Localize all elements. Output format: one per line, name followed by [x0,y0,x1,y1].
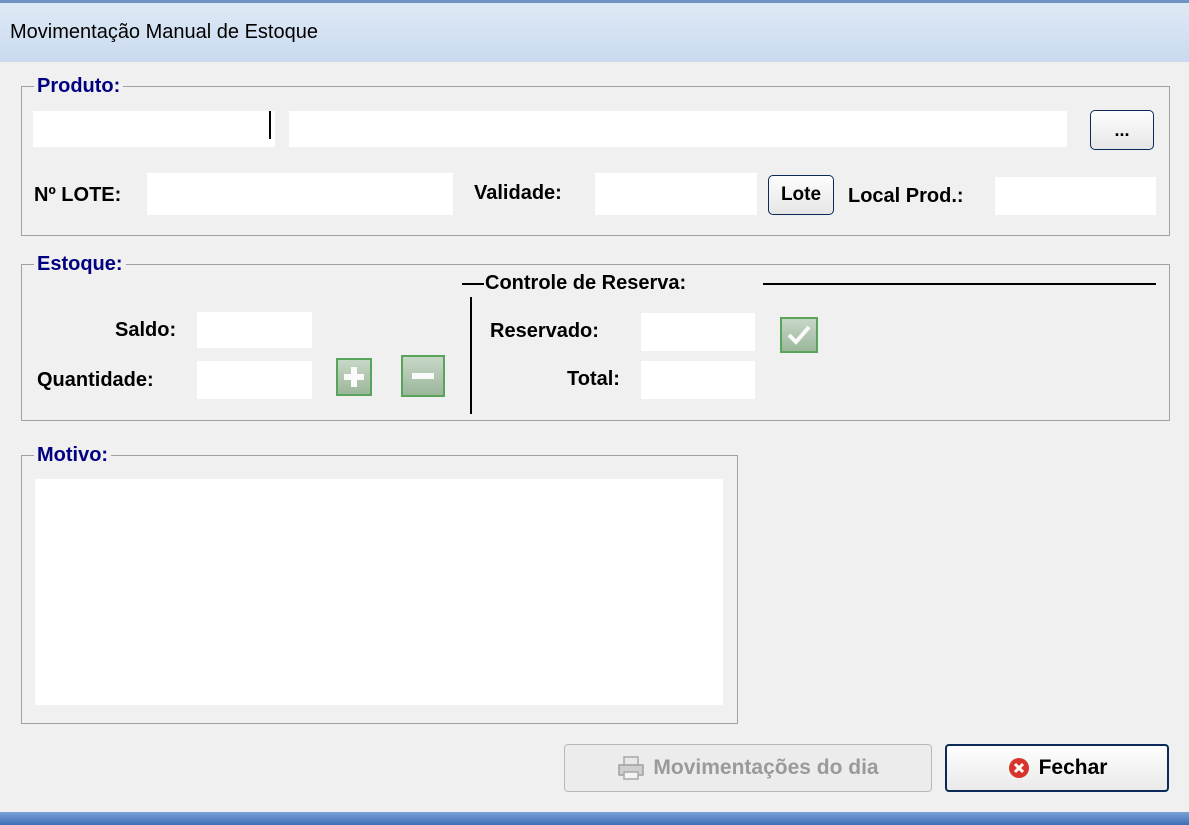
reserva-top-line-left [462,283,484,285]
movimentacoes-label: Movimentações do dia [653,756,879,779]
text-cursor [269,111,271,139]
browse-product-button[interactable]: ... [1090,110,1154,150]
saldo-label: Saldo: [115,319,177,341]
printer-icon [618,756,645,780]
reservado-label: Reservado: [490,320,599,342]
reserva-title: Controle de Reserva: [485,272,687,294]
local-prod-input[interactable] [995,177,1156,215]
window-titlebar: Movimentação Manual de Estoque [0,0,1189,62]
product-description-input[interactable] [289,111,1067,147]
quantidade-label: Quantidade: [37,369,154,391]
motivo-textarea[interactable] [35,479,723,705]
window-bottom-border [0,812,1189,825]
lote-button[interactable]: Lote [768,175,834,215]
product-code-input[interactable] [33,111,275,147]
fechar-label: Fechar [1038,756,1108,779]
close-icon [1008,758,1029,778]
lote-input[interactable] [147,173,453,215]
plus-icon [344,367,364,387]
total-label: Total: [567,368,620,390]
local-prod-label: Local Prod.: [848,185,964,207]
checkmark-icon [787,325,811,345]
motivo-legend: Motivo: [34,444,112,466]
add-quantity-button[interactable] [336,358,372,396]
lote-label: Nº LOTE: [34,184,122,206]
remove-quantity-button[interactable] [401,355,445,397]
estoque-legend: Estoque: [34,253,126,275]
minus-icon [412,373,434,379]
reserva-top-line-right [763,283,1156,285]
window-title: Movimentação Manual de Estoque [10,21,318,43]
fechar-button[interactable]: Fechar [945,744,1169,792]
quantidade-input[interactable] [197,361,312,399]
total-input[interactable] [641,361,755,399]
validade-label: Validade: [474,182,562,204]
movimentacoes-do-dia-button[interactable]: Movimentações do dia [564,744,932,792]
reserva-divider [470,297,472,414]
validade-input[interactable] [595,173,757,215]
reservado-input[interactable] [641,313,755,351]
produto-legend: Produto: [34,75,124,97]
saldo-input[interactable] [197,312,312,348]
confirm-reserva-button[interactable] [780,317,818,353]
